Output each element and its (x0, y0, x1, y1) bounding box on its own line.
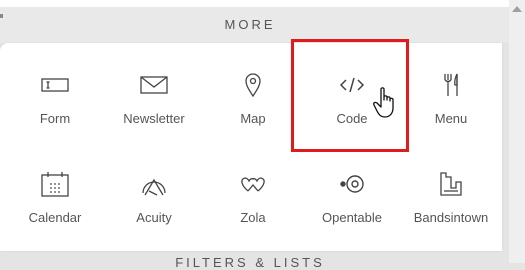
block-label: Acuity (136, 210, 172, 225)
block-bandsintown[interactable]: Bandsintown (401, 148, 501, 243)
opentable-icon (337, 171, 367, 197)
acuity-icon (139, 171, 169, 197)
left-edge-mark (0, 14, 3, 18)
block-menu[interactable]: Menu (401, 49, 501, 144)
scroll-up-icon[interactable] (512, 6, 522, 12)
map-icon (238, 72, 268, 98)
hand-cursor-icon (373, 86, 403, 120)
block-form[interactable]: Form (5, 49, 105, 144)
block-label: Menu (434, 111, 468, 126)
block-calendar[interactable]: Calendar (5, 148, 105, 243)
block-label: Newsletter (123, 111, 185, 126)
zola-icon (238, 171, 268, 197)
block-label: Bandsintown (413, 210, 489, 225)
bandsintown-icon (436, 171, 466, 197)
block-newsletter[interactable]: Newsletter (104, 49, 204, 144)
block-label: Opentable (322, 210, 382, 225)
block-label: Map (240, 111, 266, 126)
block-map[interactable]: Map (203, 49, 303, 144)
scrollbar[interactable] (509, 0, 525, 263)
block-label: Form (39, 111, 71, 126)
calendar-icon (40, 171, 70, 197)
newsletter-icon (139, 72, 169, 98)
block-opentable[interactable]: Opentable (302, 148, 402, 243)
section-header: MORE (0, 7, 525, 43)
section-title: MORE (224, 17, 276, 32)
block-label: Calendar (28, 210, 82, 225)
form-icon (40, 72, 70, 98)
block-zola[interactable]: Zola (203, 148, 303, 243)
top-strip (0, 0, 525, 7)
block-label: Zola (240, 210, 266, 225)
block-acuity[interactable]: Acuity (104, 148, 204, 243)
menu-icon (436, 72, 466, 98)
